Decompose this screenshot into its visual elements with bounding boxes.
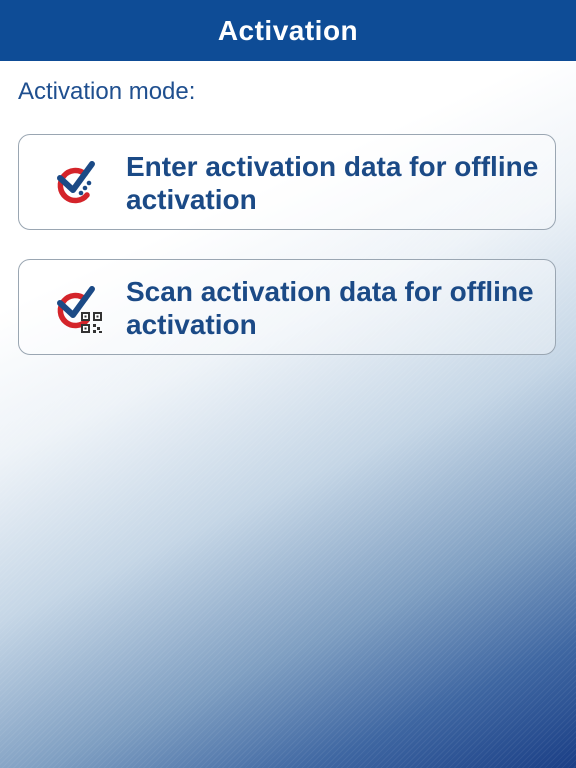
check-qr-icon xyxy=(47,282,111,338)
header-bar: Activation xyxy=(0,0,576,61)
activation-mode-label: Activation mode: xyxy=(18,78,196,105)
scan-activation-data-button[interactable]: Scan activation data for offline activat… xyxy=(18,259,556,355)
enter-activation-data-button[interactable]: Enter activation data for offline activa… xyxy=(18,134,556,230)
scan-activation-data-label: Scan activation data for offline activat… xyxy=(126,276,534,340)
page-title: Activation xyxy=(217,14,359,46)
enter-activation-data-label: Enter activation data for offline activa… xyxy=(126,151,539,215)
check-enter-icon xyxy=(47,157,111,213)
